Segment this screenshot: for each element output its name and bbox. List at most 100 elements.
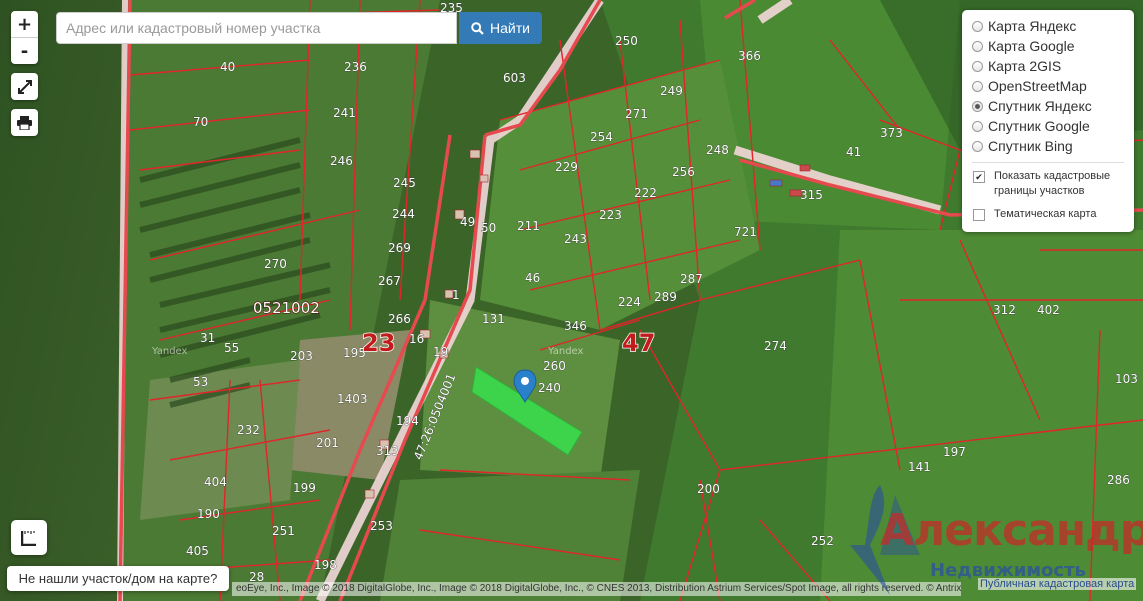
- plot-number-label: 404: [204, 475, 227, 489]
- plot-number-label: 16: [409, 332, 424, 346]
- overlay-cadastral-toggle[interactable]: ✔ Показать кадастровые границы участков: [972, 169, 1124, 199]
- plot-number-label: 241: [333, 106, 356, 120]
- plot-number-label: 229: [555, 160, 578, 174]
- plot-number-label: 266: [388, 312, 411, 326]
- layer-option-yandex-map[interactable]: Карта Яндекс: [972, 16, 1124, 36]
- plot-number-label: 315: [800, 188, 823, 202]
- plot-number-label: 289: [654, 290, 677, 304]
- plot-number-label: 269: [388, 241, 411, 255]
- layer-option-google-satellite[interactable]: Спутник Google: [972, 116, 1124, 136]
- radio-selected-icon: [972, 100, 983, 112]
- checkbox-checked-icon: ✔: [973, 171, 985, 183]
- layer-option-osm[interactable]: OpenStreetMap: [972, 76, 1124, 96]
- cadastral-map-link[interactable]: Публичная кадастровая карта: [978, 578, 1137, 590]
- plot-number-label: 254: [590, 130, 613, 144]
- plot-number-label: 244: [392, 207, 415, 221]
- radio-icon: [972, 60, 983, 72]
- plot-number-label: 46: [525, 271, 540, 285]
- zone-label-47: 47: [622, 329, 655, 357]
- not-found-button[interactable]: Не нашли участок/дом на карте?: [7, 566, 229, 591]
- expand-icon: [17, 79, 32, 94]
- plot-number-label: 405: [186, 544, 209, 558]
- zoom-control: + -: [11, 11, 38, 64]
- plot-number-label: 603: [503, 71, 526, 85]
- layer-option-google-map[interactable]: Карта Google: [972, 36, 1124, 56]
- plot-number-label: 141: [908, 460, 931, 474]
- plot-number-label: 223: [599, 208, 622, 222]
- plot-number-label: 249: [660, 84, 683, 98]
- plot-number-label: 19: [433, 345, 448, 359]
- zoom-in-button[interactable]: +: [11, 11, 38, 37]
- plot-number-label: 50: [481, 221, 496, 235]
- plot-number-label: 224: [618, 295, 641, 309]
- layer-option-label: Карта Яндекс: [988, 18, 1077, 34]
- plot-number-label: 190: [197, 507, 220, 521]
- radio-icon: [972, 20, 983, 32]
- map-canvas[interactable]: 235 250 366 40 236 249 603 271 70 241 254 248 246 229…: [0, 0, 1143, 601]
- search-button[interactable]: Найти: [459, 12, 542, 44]
- plot-number-label: 274: [764, 339, 787, 353]
- checkbox-icon: [973, 209, 985, 221]
- plot-number-label: 287: [680, 272, 703, 286]
- layer-option-label: Спутник Яндекс: [988, 98, 1092, 114]
- radio-icon: [972, 80, 983, 92]
- block-label: 0521002: [253, 299, 320, 317]
- plot-number-label: 70: [193, 115, 208, 129]
- plot-number-label: 248: [706, 143, 729, 157]
- plot-number-label: 243: [564, 232, 587, 246]
- plot-number-label: 721: [734, 225, 757, 239]
- plot-number-label: 197: [943, 445, 966, 459]
- fullscreen-button[interactable]: [11, 73, 38, 100]
- overlay-label: Показать кадастровые границы участков: [994, 170, 1111, 197]
- search-button-label: Найти: [490, 20, 530, 36]
- layer-option-bing-satellite[interactable]: Спутник Bing: [972, 136, 1124, 156]
- zone-label-23: 23: [362, 329, 395, 357]
- plot-number-label: 312: [993, 303, 1016, 317]
- plot-number-label: 41: [846, 145, 861, 159]
- layer-option-label: Карта 2GIS: [988, 58, 1062, 74]
- radio-icon: [972, 140, 983, 152]
- layer-option-yandex-satellite[interactable]: Спутник Яндекс: [972, 96, 1124, 116]
- yandex-mark: Yandex: [547, 346, 584, 357]
- overlay-label: Тематическая карта: [994, 208, 1097, 220]
- plot-number-label: 131: [482, 312, 505, 326]
- plot-number-label: 270: [264, 257, 287, 271]
- plot-number-label: 1403: [337, 392, 368, 406]
- zoom-out-button[interactable]: -: [11, 37, 38, 64]
- plot-number-label: 256: [672, 165, 695, 179]
- plot-number-label: 252: [811, 534, 834, 548]
- overlay-thematic-toggle[interactable]: Тематическая карта: [972, 207, 1124, 222]
- ruler-icon: [21, 530, 36, 546]
- layer-option-label: Спутник Google: [988, 118, 1090, 134]
- plot-number-label: 203: [290, 349, 313, 363]
- plot-number-label: 267: [378, 274, 401, 288]
- plot-number-label: 251: [272, 524, 295, 538]
- layer-separator: [972, 162, 1124, 163]
- layer-option-2gis-map[interactable]: Карта 2GIS: [972, 56, 1124, 76]
- plot-number-label: 236: [344, 60, 367, 74]
- plot-number-label: 402: [1037, 303, 1060, 317]
- search-input[interactable]: [56, 12, 457, 44]
- plot-number-label: 366: [738, 49, 761, 63]
- plot-number-label: 222: [634, 186, 657, 200]
- plot-number-label: 245: [393, 176, 416, 190]
- print-button[interactable]: [11, 109, 38, 136]
- plot-number-label: 200: [697, 482, 720, 496]
- plot-number-label: 211: [517, 219, 540, 233]
- measure-button[interactable]: [11, 520, 47, 555]
- plot-number-label: 40: [220, 60, 235, 74]
- search-icon: [471, 21, 484, 35]
- plot-number-label: 199: [293, 481, 316, 495]
- plot-number-label: 103: [1115, 372, 1138, 386]
- layer-option-label: Карта Google: [988, 38, 1075, 54]
- plot-number-label: 246: [330, 154, 353, 168]
- plot-number-label: 198: [314, 558, 337, 572]
- plot-number-label: 31: [200, 331, 215, 345]
- radio-icon: [972, 40, 983, 52]
- plot-number-label: 373: [880, 126, 903, 140]
- plot-number-label: 194: [396, 414, 419, 428]
- plot-number-label: 53: [193, 375, 208, 389]
- yandex-mark: Yandex: [151, 346, 188, 357]
- plot-number-label: 232: [237, 423, 260, 437]
- plot-number-label: 49: [460, 215, 475, 229]
